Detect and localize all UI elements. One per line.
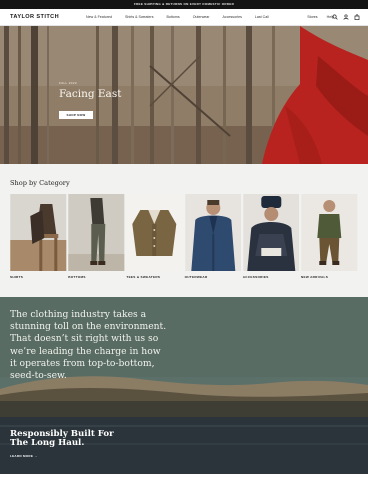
category-grid: SHIRTS BOTTOMS TEES & SWEATERS OUTERWEAR… xyxy=(10,194,358,279)
category-label: NEW ARRIVALS xyxy=(300,275,329,279)
top-navigation: TAYLOR STITCH New & Featured Shirts & Sw… xyxy=(0,9,368,26)
category-card-outerwear[interactable]: OUTERWEAR xyxy=(185,194,242,279)
bag-icon[interactable] xyxy=(354,14,360,20)
hero-title: Facing East xyxy=(59,88,122,100)
accessories-image xyxy=(243,194,300,271)
shop-by-category-section: Shop by Category SHIRTS BOTTOMS TEES & S… xyxy=(0,164,368,297)
environment-section: The clothing industry takes a stunning t… xyxy=(0,297,368,474)
category-card-bottoms[interactable]: BOTTOMS xyxy=(68,194,125,279)
nav-link-last-call[interactable]: Last Call xyxy=(255,15,269,19)
environment-statement: The clothing industry takes a stunning t… xyxy=(10,309,167,382)
hero-kicker: FALL 2023 xyxy=(59,81,78,85)
learn-more-link[interactable]: LEARN MORE → xyxy=(10,454,38,458)
outerwear-image xyxy=(184,194,241,271)
category-card-new-arrivals[interactable]: NEW ARRIVALS xyxy=(301,194,358,279)
nav-link-outerwear[interactable]: Outerwear xyxy=(193,15,210,19)
learn-more-label: LEARN MORE xyxy=(10,454,34,458)
bottoms-image xyxy=(68,194,125,271)
section-title: Shop by Category xyxy=(10,179,70,187)
announcement-text: FREE SHIPPING & RETURNS ON EVERY DOMESTI… xyxy=(133,2,235,6)
category-label: OUTERWEAR xyxy=(184,275,208,279)
nav-link-accessories[interactable]: Accessories xyxy=(223,15,242,19)
search-icon[interactable] xyxy=(332,14,338,20)
brand-logo[interactable]: TAYLOR STITCH xyxy=(10,14,59,20)
new-arrivals-image xyxy=(301,194,358,271)
environment-heading: Responsibly Built For The Long Haul. xyxy=(10,429,114,449)
nav-icon-group xyxy=(332,14,360,20)
category-label: BOTTOMS xyxy=(68,275,86,279)
shirts-image xyxy=(10,194,67,271)
hero-forest-image xyxy=(0,26,368,164)
arrow-right-icon: → xyxy=(34,454,38,458)
nav-link-bottoms[interactable]: Bottoms xyxy=(167,15,180,19)
nav-link-new-featured[interactable]: New & Featured xyxy=(86,15,112,19)
announcement-bar: FREE SHIPPING & RETURNS ON EVERY DOMESTI… xyxy=(0,0,368,9)
category-card-shirts[interactable]: SHIRTS xyxy=(10,194,67,279)
category-label: SHIRTS xyxy=(10,275,24,279)
category-card-accessories[interactable]: ACCESSORIES xyxy=(243,194,300,279)
tees-sweaters-image xyxy=(126,194,183,271)
page-footer-edge xyxy=(0,474,368,484)
user-icon[interactable] xyxy=(343,14,349,20)
nav-link-stores[interactable]: Stores xyxy=(307,15,317,19)
secondary-menu: Stores Help xyxy=(307,15,334,19)
nav-link-shirts-sweaters[interactable]: Shirts & Sweaters xyxy=(125,15,154,19)
main-menu: New & Featured Shirts & Sweaters Bottoms… xyxy=(86,15,269,19)
hero-banner: FALL 2023 Facing East SHOP NOW xyxy=(0,26,368,164)
shop-now-button[interactable]: SHOP NOW xyxy=(59,111,93,119)
category-label: ACCESSORIES xyxy=(242,275,269,279)
category-card-tees-sweaters[interactable]: TEES & SWEATERS xyxy=(126,194,183,279)
category-label: TEES & SWEATERS xyxy=(126,275,161,279)
